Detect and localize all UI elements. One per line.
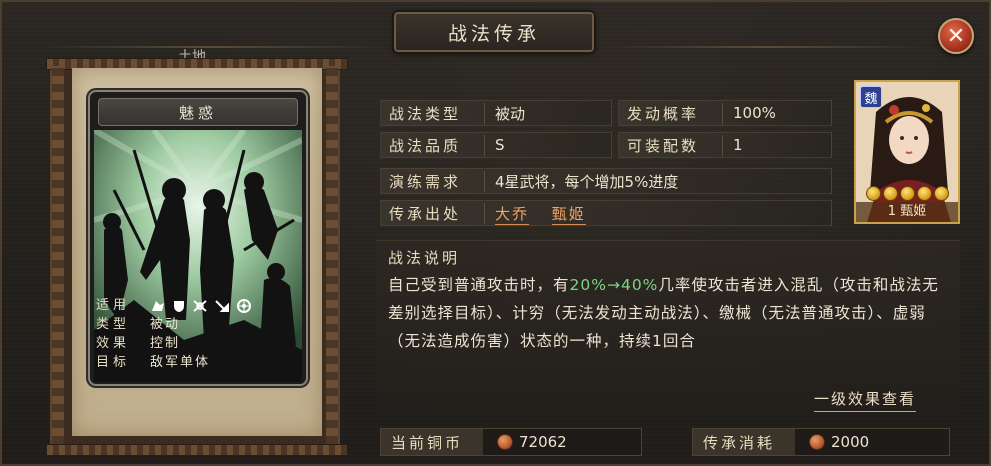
target-value: 敌军单体 [150,355,211,370]
title-divider-left [42,46,382,48]
star-icon [917,186,932,201]
current-copper-box: 当前铜币 72062 [380,428,642,456]
description-text-before: 自己受到普通攻击时，有 [388,276,570,294]
close-icon: ✕ [946,23,966,49]
scroll-side-left [52,66,64,452]
star-icon [866,186,881,201]
suitable-label: 适用 [96,298,131,313]
description-text: 自己受到普通攻击时，有20%→40%几率使攻击者进入混乱（攻击和战法无差别选择目… [388,271,948,355]
star-rating [866,186,949,201]
attr-trigger-rate: 发动概率 100% [618,100,832,126]
effect-label: 效果 [96,336,131,351]
page-title: 战法传承 [447,22,540,45]
attr-training-requirement: 演练需求 4星武将，每个增加5%进度 [380,168,832,194]
attr-inherit-source: 传承出处 大乔 甄姬 [380,200,832,226]
source-link-daqiao[interactable]: 大乔 [495,204,530,225]
siege-icon [237,298,251,313]
training-label: 演练需求 [381,170,485,192]
equip-count-label: 可装配数 [619,134,723,156]
skill-name: 魅惑 [178,103,217,122]
cavalry-icon [152,300,164,311]
copper-coin-icon [497,434,513,450]
skill-card-title-bar: 魅惑 [98,98,298,126]
trigger-rate-value: 100% [733,104,776,122]
attr-equip-count: 可装配数 1 [618,132,832,158]
scroll-rail-bottom [46,444,348,456]
star-icon [900,186,915,201]
info-row-type: 类型 被动 [94,315,304,334]
spear-icon [215,299,229,312]
type-value: 被动 [150,317,181,332]
inherit-cost-label: 传承消耗 [693,429,795,455]
description-title: 战法说明 [388,249,461,267]
current-copper-value: 72062 [519,433,567,451]
attr-skill-quality: 战法品质 S [380,132,612,158]
title-divider-right [606,46,926,48]
inherit-cost-box: 传承消耗 2000 [692,428,950,456]
star-icon [883,186,898,201]
trigger-rate-label: 发动概率 [619,102,723,124]
attr-skill-type: 战法类型 被动 [380,100,612,126]
scroll-side-right [326,66,338,452]
skill-quality-value: S [495,136,505,154]
source-link-zhenji[interactable]: 甄姬 [551,204,586,225]
skill-quality-label: 战法品质 [381,134,485,156]
target-label: 目标 [96,355,131,370]
info-row-suitable: 适用 [94,296,304,315]
faction-badge: 魏 [860,86,882,108]
shield-icon [174,300,184,312]
view-level-one-effect-link[interactable]: 一级效果查看 [814,388,917,412]
skill-inherit-dialog: 战法传承 ✕ 土地 魅惑 适用 类型 被动 效果 控制 目标 敌军单体 战法类型… [0,0,991,466]
equip-count-value: 1 [733,136,743,154]
suitable-icons [150,296,252,315]
general-portrait[interactable]: 魏 1 甄姬 [854,80,960,224]
bow-icon [193,299,207,312]
training-value: 4星武将，每个增加5%进度 [495,172,679,191]
description-highlight: 20%→40% [569,276,659,294]
source-label: 传承出处 [381,202,485,224]
inherit-cost-value: 2000 [831,433,870,451]
effect-value: 控制 [150,336,181,351]
general-name: 1 甄姬 [856,202,958,222]
copper-coin-icon [809,434,825,450]
source-list: 大乔 甄姬 [485,203,604,225]
info-row-target: 目标 敌军单体 [94,353,304,372]
type-label: 类型 [96,317,131,332]
info-row-effect: 效果 控制 [94,334,304,353]
skill-type-label: 战法类型 [381,102,485,124]
skill-card-info: 适用 类型 被动 效果 控制 目标 敌军单体 [94,296,304,372]
title-banner: 战法传承 [394,12,594,52]
current-copper-label: 当前铜币 [381,429,483,455]
star-icon [934,186,949,201]
skill-type-value: 被动 [495,104,526,123]
close-button[interactable]: ✕ [938,18,974,54]
